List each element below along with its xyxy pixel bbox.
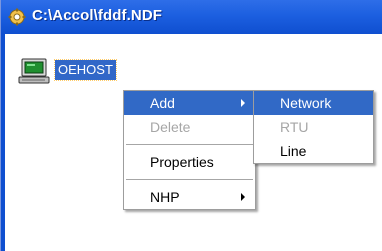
app-icon [8, 8, 26, 26]
menu-separator [126, 179, 253, 180]
submenu-item-label: Line [280, 143, 307, 159]
menu-item-nhp[interactable]: NHP [124, 185, 255, 209]
submenu-item-network[interactable]: Network [254, 91, 373, 115]
title-bar[interactable]: C:\Accol\fddf.NDF [1, 0, 382, 34]
menu-item-label: Add [150, 95, 175, 111]
submenu-arrow-icon [241, 99, 245, 107]
submenu-item-line[interactable]: Line [254, 139, 373, 163]
menu-item-delete: Delete [124, 115, 255, 139]
app-window: C:\Accol\fddf.NDF OEHOST Add Delete Prop… [0, 0, 382, 251]
menu-item-label: NHP [150, 189, 180, 205]
menu-item-label: Properties [150, 154, 214, 170]
tree-node-label[interactable]: OEHOST [54, 59, 117, 81]
window-title: C:\Accol\fddf.NDF [32, 7, 163, 24]
menu-item-add[interactable]: Add [124, 91, 255, 115]
menu-item-label: Delete [150, 119, 191, 135]
submenu-item-label: RTU [280, 119, 309, 135]
submenu-item-label: Network [280, 95, 332, 111]
context-menu: Add Delete Properties NHP [123, 90, 256, 210]
add-submenu: Network RTU Line [253, 90, 374, 164]
menu-separator [126, 144, 253, 145]
computer-icon [18, 58, 50, 84]
menu-item-properties[interactable]: Properties [124, 150, 255, 174]
submenu-item-rtu: RTU [254, 115, 373, 139]
submenu-arrow-icon [241, 193, 245, 201]
